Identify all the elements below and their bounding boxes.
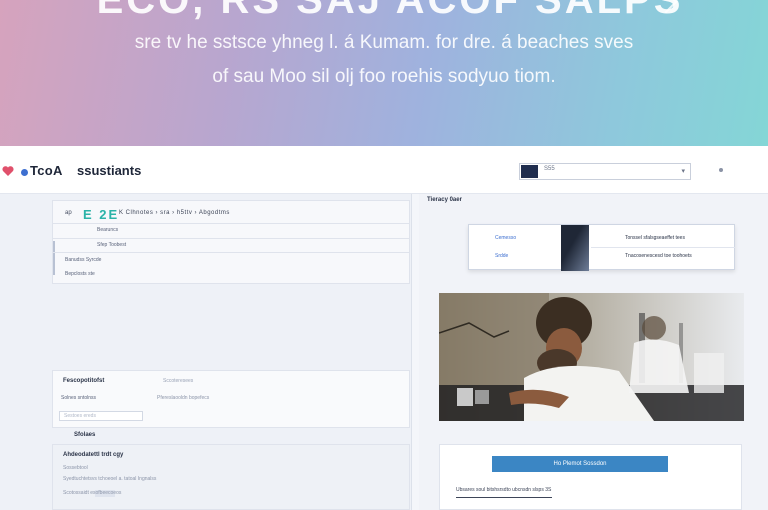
hero-title: ECO, RS SAJ ACOF SALPS bbox=[96, 0, 684, 22]
row-label: Solnes sntolnss bbox=[61, 395, 97, 401]
chevron-down-icon[interactable]: ▾ bbox=[681, 167, 685, 175]
divider bbox=[53, 238, 409, 239]
popup-item[interactable]: Srdde bbox=[495, 253, 508, 259]
primary-button[interactable]: Ho Plemot Sossdon bbox=[492, 456, 668, 472]
hero-subtitle-line-1: sre tv he sstsce yhneg l. á Kumam. for d… bbox=[134, 32, 634, 53]
divider bbox=[591, 247, 735, 248]
logo-dot bbox=[21, 169, 28, 176]
top-bar: TcoA ssustiants S55 ▾ bbox=[0, 146, 768, 194]
dropdown-popup: Cemesso Srdde Tonssel sfalsgseaeffet tee… bbox=[468, 224, 735, 271]
divider bbox=[53, 223, 409, 224]
divider bbox=[53, 252, 409, 253]
menu-dot-icon[interactable] bbox=[719, 168, 723, 172]
heart-icon[interactable] bbox=[2, 165, 14, 177]
detail-line: Syedtuchtetsvs tchoeoel a. tatoal Ingnal… bbox=[63, 476, 157, 482]
selection-bar bbox=[53, 241, 55, 275]
popup-image bbox=[561, 225, 589, 271]
popup-item[interactable]: Cemesso bbox=[495, 235, 516, 241]
card-title: Ahdeodatettl trdt cgy bbox=[63, 452, 124, 458]
section-label: Sfolaes bbox=[74, 432, 96, 438]
list-item[interactable]: Bearuncs bbox=[97, 227, 118, 233]
details-card: Ahdeodatettl trdt cgy Sossebtool Syedtuc… bbox=[52, 444, 410, 510]
search-select[interactable]: S55 ▾ bbox=[519, 163, 691, 180]
flag-icon bbox=[521, 165, 538, 178]
hero-banner: ECO, RS SAJ ACOF SALPS sre tv he sstsce … bbox=[0, 0, 768, 146]
underline bbox=[456, 497, 552, 498]
hero-subtitle-line-2: of sau Moo sil olj foo roehis sodyuo tio… bbox=[212, 66, 556, 87]
list-item[interactable]: Bepclosts ste bbox=[65, 271, 95, 277]
list-item[interactable]: Sfep Toobest bbox=[97, 242, 126, 248]
toolbar-badge[interactable]: E 2E bbox=[83, 207, 119, 222]
panel-title: Tieracy 0aer bbox=[427, 197, 462, 203]
text-input[interactable]: Sestoes ereds bbox=[59, 411, 143, 421]
popup-item[interactable]: Tnacosenescesd toe toohoets bbox=[625, 253, 692, 259]
left-panel: ap E 2E K Clhnotes › sra › h5ttv › Abgod… bbox=[0, 194, 412, 510]
search-value: S55 bbox=[544, 166, 555, 172]
toolbar-card: ap E 2E K Clhnotes › sra › h5ttv › Abgod… bbox=[52, 200, 410, 284]
kitchen-photo bbox=[439, 293, 744, 421]
detail-line: Scotossaidt esofbeecoeos bbox=[63, 490, 122, 496]
row-value: Pfereslaooldn bopefecs bbox=[157, 395, 210, 401]
toolbar-prefix: ap bbox=[65, 210, 72, 216]
right-panel: Tieracy 0aer Cemesso Srdde Tonssel sfals… bbox=[419, 194, 768, 510]
settings-card: Fescopotitofst Sccoteresees Solnes sntol… bbox=[52, 370, 410, 428]
app-window: TcoA ssustiants S55 ▾ ap E 2E K Clhnotes… bbox=[0, 146, 768, 510]
list-item[interactable]: Banudss Syrcde bbox=[65, 257, 101, 263]
card-title: Fescopotitofst bbox=[63, 378, 105, 384]
breadcrumb[interactable]: K Clhnotes › sra › h5ttv › Abgodtms bbox=[119, 210, 230, 216]
popup-item[interactable]: Tonssel sfalsgseaeffet tees bbox=[625, 235, 685, 241]
card-tag: Sccoteresees bbox=[163, 378, 194, 384]
footer-text: Ubsares soul bitshsrsdto ubcnsdn slsps 3… bbox=[456, 487, 552, 493]
action-card: Ho Plemot Sossdon Ubsares soul bitshsrsd… bbox=[439, 444, 742, 510]
input-placeholder: Sestoes ereds bbox=[64, 413, 96, 419]
detail-line: Sossebtool bbox=[63, 465, 88, 471]
brand-name[interactable]: TcoA bbox=[30, 163, 63, 178]
brand-subtitle: ssustiants bbox=[77, 163, 142, 178]
